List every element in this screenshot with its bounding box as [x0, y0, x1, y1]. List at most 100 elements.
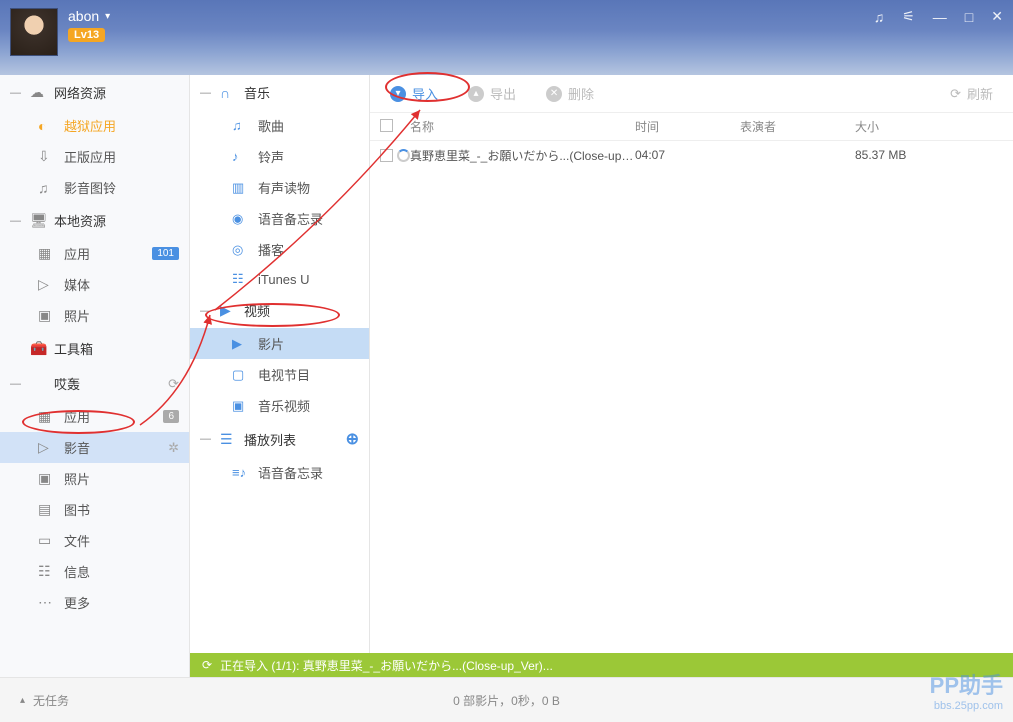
refresh-icon[interactable]: ⟳ [168, 376, 179, 392]
col-time[interactable]: 时间 [635, 118, 740, 135]
avatar[interactable] [10, 8, 58, 56]
video-icon: ▷ [38, 439, 56, 456]
table-header: 名称 时间 表演者 大小 [370, 113, 1013, 141]
cell-time: 04:07 [635, 148, 740, 162]
list-icon: ☰ [220, 431, 238, 448]
mid-section-music[interactable]: —∩音乐 [190, 75, 369, 110]
nav-local-apps[interactable]: ▦应用101 [0, 238, 189, 269]
mid-podcasts[interactable]: ◎播客 [190, 234, 369, 265]
maximize-button[interactable]: □ [965, 9, 973, 25]
mid-section-video[interactable]: —▶视频 [190, 293, 369, 328]
list-item-icon: ≡♪ [232, 465, 250, 480]
nav-local-media[interactable]: ▷媒体 [0, 269, 189, 300]
nav-jailbreak-apps[interactable]: ◐越狱应用 [0, 110, 189, 141]
refresh-button[interactable]: ⟳刷新 [950, 84, 993, 103]
left-sidebar: — ☁ 网络资源 ◐越狱应用 ⇩正版应用 ♫影音图铃 — 🖥 本地资源 ▦应用1… [0, 75, 190, 722]
mid-movies[interactable]: ▶影片 [190, 328, 369, 359]
mid-audiobooks[interactable]: ▥有声读物 [190, 172, 369, 203]
mid-ringtones[interactable]: ♪铃声 [190, 141, 369, 172]
close-button[interactable]: ✕ [991, 8, 1003, 25]
loading-spinner-icon [397, 149, 410, 162]
film-icon: ▶ [232, 336, 250, 352]
mid-voicememos[interactable]: ◉语音备忘录 [190, 203, 369, 234]
status-bar: ⟳ 正在导入 (1/1): 真野恵里菜_-_お願いだから...(Close-up… [190, 653, 1013, 677]
mid-playlist-voicememo[interactable]: ≡♪语音备忘录 [190, 457, 369, 488]
download-icon: ⇩ [38, 148, 56, 165]
music-icon: ♫ [38, 180, 56, 196]
tv-icon: ▢ [232, 367, 250, 383]
music-note-icon: ♫ [232, 118, 250, 133]
nav-device-info[interactable]: ☷信息 [0, 556, 189, 587]
row-checkbox[interactable] [380, 149, 393, 162]
nav-local-photos[interactable]: ▣照片 [0, 300, 189, 331]
table-row[interactable]: 真野恵里菜_-_お願いだから...(Close-up_... 04:07 85.… [370, 141, 1013, 169]
collapse-icon: — [10, 87, 24, 99]
collapse-icon: — [10, 378, 24, 390]
add-playlist-icon[interactable]: ⊕ [346, 429, 359, 449]
nav-device-apps[interactable]: ▦应用6 [0, 401, 189, 432]
video-icon: ▶ [220, 302, 238, 319]
toolbox-icon: 🧰 [30, 340, 48, 357]
delete-icon: ✕ [546, 86, 562, 102]
mv-icon: ▣ [232, 398, 250, 414]
nav-section-network[interactable]: — ☁ 网络资源 [0, 75, 189, 110]
mid-songs[interactable]: ♫歌曲 [190, 110, 369, 141]
user-name[interactable]: abon ▾ [68, 8, 110, 24]
apps-icon: ▦ [38, 408, 56, 425]
nav-device-books[interactable]: ▤图书 [0, 494, 189, 525]
book-icon: ▥ [232, 180, 250, 196]
info-icon: ☷ [38, 563, 56, 580]
level-badge: Lv13 [68, 28, 105, 42]
cell-size: 85.37 MB [855, 148, 955, 162]
collapse-icon: — [200, 305, 214, 317]
cloud-icon: ☁ [30, 84, 48, 101]
mid-musicvideos[interactable]: ▣音乐视频 [190, 390, 369, 421]
user-dropdown-icon: ▾ [105, 11, 110, 22]
delete-button[interactable]: ✕删除 [546, 84, 594, 103]
nav-device-photos[interactable]: ▣照片 [0, 463, 189, 494]
watermark: PP助手 bbs.25pp.com [930, 668, 1003, 712]
col-name[interactable]: 名称 [410, 118, 635, 135]
nav-media-ringtones[interactable]: ♫影音图铃 [0, 172, 189, 203]
minimize-button[interactable]: — [933, 9, 947, 25]
nav-device-av[interactable]: ▷影音✲ [0, 432, 189, 463]
file-icon: ▭ [38, 532, 56, 549]
nav-section-local[interactable]: — 🖥 本地资源 [0, 203, 189, 238]
nav-toolbox[interactable]: — 🧰 工具箱 [0, 331, 189, 366]
photo-icon: ▣ [38, 470, 56, 487]
collapse-icon: — [200, 433, 214, 445]
username-text: abon [68, 8, 99, 24]
menu-icon[interactable]: ⚟ [902, 8, 915, 25]
nav-official-apps[interactable]: ⇩正版应用 [0, 141, 189, 172]
section-title: 工具箱 [54, 339, 93, 358]
toolbar: ▾导入 ▴导出 ✕删除 ⟳刷新 [370, 75, 1013, 113]
summary-info: 0 部影片，0秒，0 B [453, 692, 560, 709]
music-icon[interactable]: ♫ [874, 9, 885, 25]
refresh-icon: ⟳ [950, 86, 961, 102]
apps-icon: ▦ [38, 245, 56, 262]
app-header: abon ▾ Lv13 ♫ ⚟ — □ ✕ [0, 0, 1013, 75]
mid-tvshows[interactable]: ▢电视节目 [190, 359, 369, 390]
select-all-checkbox[interactable] [380, 119, 393, 132]
collapse-icon: — [200, 87, 214, 99]
watermark-url: bbs.25pp.com [930, 700, 1003, 712]
badge: 101 [152, 247, 179, 260]
watermark-logo: PP助手 [930, 668, 1003, 700]
p-icon: ◐ [38, 118, 56, 134]
nav-device-files[interactable]: ▭文件 [0, 525, 189, 556]
col-size[interactable]: 大小 [855, 118, 955, 135]
task-indicator[interactable]: ▴ 无任务 [20, 692, 69, 709]
content-pane: ▾导入 ▴导出 ✕删除 ⟳刷新 名称 时间 表演者 大小 真野恵里菜_-_お願い… [370, 75, 1013, 722]
nav-device-more[interactable]: ⋯更多 [0, 587, 189, 618]
nav-section-device[interactable]: — · 哎轰 ⟳ [0, 366, 189, 401]
book-icon: ▤ [38, 501, 56, 518]
col-artist[interactable]: 表演者 [740, 118, 855, 135]
grad-icon: ☷ [232, 271, 250, 287]
mid-itunesu[interactable]: ☷iTunes U [190, 265, 369, 293]
loading-icon: ✲ [168, 440, 179, 456]
mid-section-playlist[interactable]: —☰播放列表⊕ [190, 421, 369, 457]
task-text: 无任务 [33, 692, 69, 709]
export-button[interactable]: ▴导出 [468, 84, 516, 103]
import-button[interactable]: ▾导入 [390, 84, 438, 103]
collapse-icon: — [10, 215, 24, 227]
